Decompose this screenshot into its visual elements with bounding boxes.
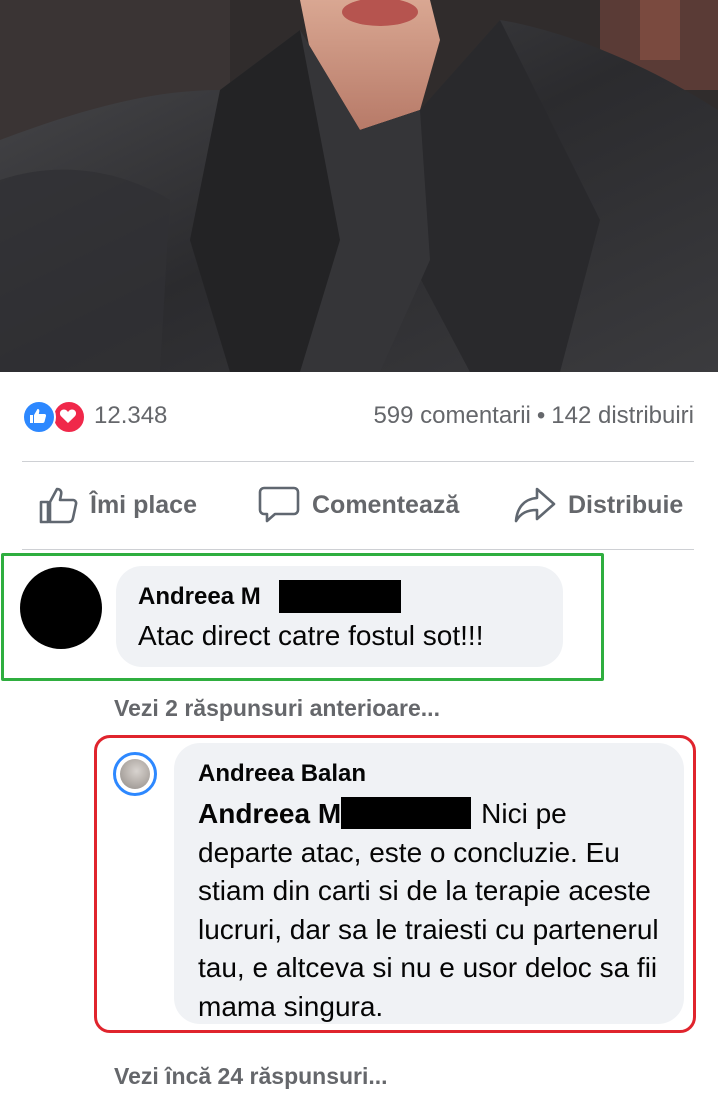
- comment-icon: [258, 486, 300, 523]
- reply-author-name[interactable]: Andreea Balan: [198, 760, 366, 788]
- comment-label: Comentează: [312, 490, 460, 519]
- reply-text: Nici pe departe atac, este o concluzie. …: [198, 798, 659, 1022]
- reply-mention[interactable]: Andreea M: [198, 798, 341, 829]
- divider-bottom: [22, 549, 694, 550]
- comment-button[interactable]: Comentează: [258, 482, 459, 528]
- reply-bubble: Andreea Balan Andreea M Nici pe departe a…: [174, 743, 684, 1024]
- shares-count[interactable]: 142 distribuiri: [551, 402, 694, 429]
- share-label: Distribuie: [568, 490, 684, 519]
- post-stats: 12.348 599 comentarii • 142 distribuiri: [0, 372, 718, 460]
- view-previous-replies-link[interactable]: Vezi 2 răspunsuri anterioare...: [114, 695, 440, 722]
- love-icon: [52, 400, 86, 434]
- comment-author-name[interactable]: Andreea M: [138, 583, 261, 611]
- reactions-summary[interactable]: [22, 400, 88, 434]
- view-more-replies-link[interactable]: Vezi încă 24 răspunsuri...: [114, 1063, 388, 1090]
- share-button[interactable]: Distribuie: [514, 482, 683, 528]
- comments-count[interactable]: 599 comentarii: [373, 402, 530, 429]
- reply-body: Andreea M Nici pe departe atac, este o co…: [198, 795, 668, 1026]
- comment-bubble: Andreea M Atac direct catre fostul sot!!…: [116, 566, 563, 667]
- share-icon: [514, 487, 556, 523]
- like-icon: [22, 400, 56, 434]
- post-meta: 599 comentarii • 142 distribuiri: [373, 402, 694, 430]
- reactions-count[interactable]: 12.348: [94, 402, 167, 430]
- meta-separator: •: [536, 402, 546, 429]
- post-photo[interactable]: [0, 0, 718, 372]
- avatar-photo: [120, 759, 150, 789]
- like-button[interactable]: Îmi place: [38, 482, 197, 528]
- comment-author-avatar[interactable]: [20, 567, 102, 649]
- thumbs-up-icon: [39, 487, 78, 524]
- reply-author-avatar[interactable]: [113, 752, 157, 796]
- redaction-bar: [279, 580, 401, 613]
- action-bar: Îmi place Comentează Distribuie: [0, 462, 718, 548]
- comment-text: Atac direct catre fostul sot!!!: [138, 620, 484, 651]
- like-label: Îmi place: [90, 490, 197, 519]
- redaction-bar: [341, 797, 472, 829]
